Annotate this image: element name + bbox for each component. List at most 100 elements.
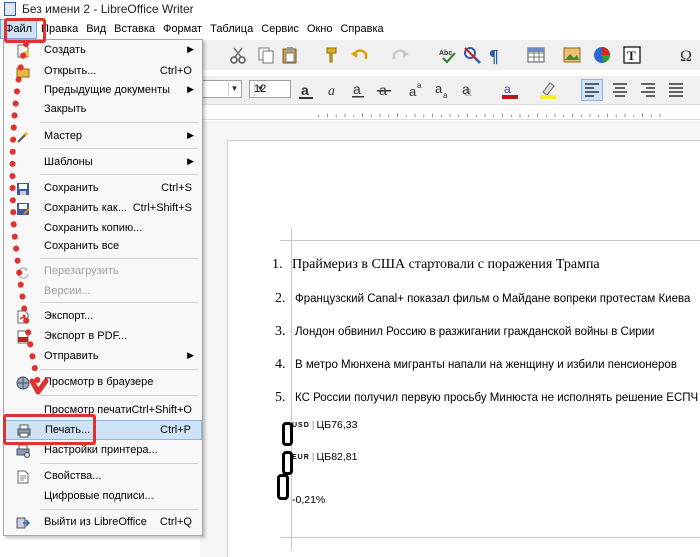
menu-separator [40,395,198,396]
menu-item-versions: Версии... [44,285,91,297]
font-name-dropdown[interactable]: ▼ [200,80,242,98]
list-item[interactable]: 2. Французский Canal+ показал фильм о Май… [275,291,690,307]
pdf-icon [17,330,29,344]
currency-rate-eur: EUR | ЦБ82,81 [292,451,358,463]
rate-change: -0,21% [292,494,326,506]
svg-text:a: a [301,82,309,98]
subscript-icon[interactable]: aa [432,80,452,100]
copy-icon[interactable] [256,45,276,65]
annotation-oval [277,474,289,500]
list-item-text: Лондон обвинил Россию в разжигании гражд… [295,326,655,338]
menu-item-save[interactable]: Сохранить Ctrl+S [4,179,202,199]
window-title: Без имени 2 - LibreOffice Writer [22,2,194,16]
insert-image-icon[interactable] [562,45,582,65]
menu-item-preview-in-browser[interactable]: Просмотр в браузере [4,373,202,393]
cut-icon[interactable] [228,45,248,65]
shadow-icon[interactable]: aa [458,80,478,100]
annotation-oval [282,451,293,475]
menu-separator [40,509,198,510]
insert-textbox-icon[interactable]: T [622,45,642,65]
menu-separator [40,122,198,123]
currency-source: ЦБ [316,451,332,463]
menu-tools[interactable]: Сервис [257,19,303,39]
undo-icon[interactable] [350,45,370,65]
insert-table-icon[interactable] [526,45,546,65]
list-number: 2. [275,291,286,306]
horizontal-ruler[interactable] [200,104,700,120]
menu-item-close[interactable]: Закрыть [4,100,202,120]
menu-view[interactable]: Вид [82,19,110,39]
superscript-icon[interactable]: aa [406,80,426,100]
menu-item-recent-documents[interactable]: Предыдущие документы ▶ [4,81,202,101]
highlight-color-icon[interactable] [538,80,558,100]
bold-icon[interactable]: a [296,80,316,100]
menu-insert[interactable]: Вставка [110,19,159,39]
new-document-icon [17,44,29,58]
clone-formatting-icon[interactable] [322,45,342,65]
menu-item-open[interactable]: Открыть... Ctrl+O [4,62,202,82]
svg-text:a: a [504,82,511,96]
justify-icon[interactable] [666,80,686,100]
font-color-icon[interactable]: a [500,80,520,100]
list-item[interactable]: 5. КС России получил первую просьбу Минюс… [275,390,698,406]
list-number: 1. [272,257,283,272]
svg-text:a: a [409,84,417,99]
list-number: 4. [275,357,286,372]
exit-icon [16,517,30,529]
menu-window[interactable]: Окно [303,19,337,39]
insert-chart-icon[interactable] [592,45,612,65]
align-right-icon[interactable] [638,80,658,100]
svg-text:¶: ¶ [489,46,499,65]
align-center-icon[interactable] [610,80,630,100]
menu-item-export[interactable]: Экспорт... [4,307,202,327]
menu-help[interactable]: Справка [336,19,387,39]
menu-item-exit[interactable]: Выйти из LibreOffice Ctrl+Q [4,513,202,533]
insert-special-character-icon[interactable]: Ω [676,45,696,65]
spellcheck-icon[interactable]: Abc [438,45,458,65]
font-size-dropdown[interactable]: 12 ▼ [249,80,291,98]
wizard-icon [17,131,29,143]
italic-icon[interactable]: a [322,80,342,100]
menu-item-export-pdf[interactable]: Экспорт в PDF... [4,327,202,347]
browser-icon [16,376,30,390]
list-item[interactable]: 1. Праймериз в США стартовали с поражения… [272,257,600,273]
menu-item-templates[interactable]: Шаблоны ▶ [4,153,202,173]
list-number: 5. [275,390,286,405]
menu-item-save-as[interactable]: Сохранить как... Ctrl+Shift+S [4,199,202,219]
menu-item-wizard[interactable]: Мастер ▶ [4,127,202,147]
menu-item-save-all[interactable]: Сохранить все [4,237,202,257]
save-icon [17,183,29,195]
margin-guide [291,228,292,240]
margin-guide [292,240,700,241]
menu-item-send[interactable]: Отправить ▶ [4,347,202,367]
underline-icon[interactable]: a [348,80,368,100]
menu-item-properties[interactable]: Свойства... [4,467,202,487]
menu-format[interactable]: Формат [159,19,206,39]
redo-icon [392,49,409,59]
menu-table[interactable]: Таблица [206,19,257,39]
margin-guide [291,537,292,551]
menu-item-digital-signatures[interactable]: Цифровые подписи... [4,487,202,507]
svg-text:a: a [417,81,422,90]
file-menu-dropdown: Создать ▶ Открыть... Ctrl+O Предыдущие д… [3,39,203,536]
submenu-arrow-icon: ▶ [187,156,194,166]
svg-text:Ω: Ω [680,48,692,65]
standard-toolbar: Abc ¶ T Ω [200,40,700,70]
menu-item-save-copy[interactable]: Сохранить копию... [4,219,202,239]
formatting-marks-icon[interactable]: ¶ [486,45,506,65]
reload-icon [17,267,29,279]
menu-item-new[interactable]: Создать ▶ [4,41,202,61]
align-left-icon[interactable] [581,79,603,101]
save-as-icon [17,203,30,215]
autocorrect-icon[interactable] [462,45,482,65]
svg-text:a: a [462,81,470,97]
properties-icon [17,470,29,484]
menu-separator [40,174,198,175]
margin-guide [292,537,700,538]
strikethrough-icon[interactable]: a [374,80,394,100]
list-item[interactable]: 3. Лондон обвинил Россию в разжигании гра… [275,324,654,340]
margin-guide [280,537,292,538]
list-item[interactable]: 4. В метро Мюнхена мигранты напали на жен… [275,357,677,373]
paste-icon[interactable] [280,45,300,65]
currency-rate-usd: USD | ЦБ76,33 [292,419,358,431]
